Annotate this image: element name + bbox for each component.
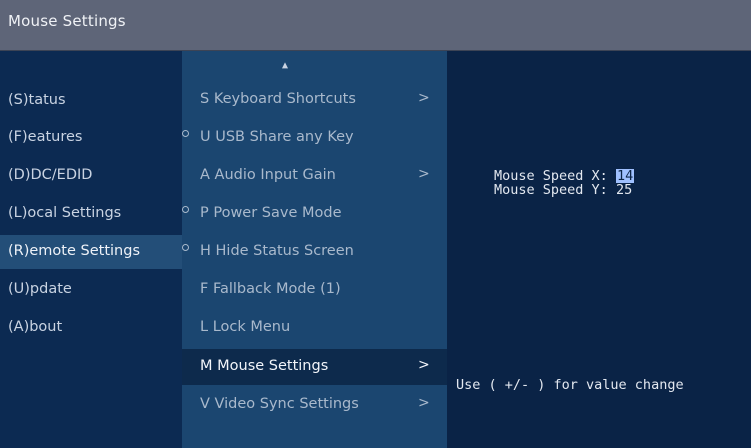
submenu-item-lock-menu[interactable]: L Lock Menu xyxy=(182,310,447,346)
submenu-item-fallback-mode[interactable]: F Fallback Mode (1) xyxy=(182,272,447,308)
submenu-item-video-sync-settings[interactable]: V Video Sync Settings > xyxy=(182,387,447,423)
submenu-item-label: M Mouse Settings xyxy=(200,358,329,374)
menu-item-label: (A)bout xyxy=(8,319,63,335)
menu-item-label: (D)DC/EDID xyxy=(8,167,93,183)
submenu-item-label: H Hide Status Screen xyxy=(200,243,354,259)
menu-item-update[interactable]: (U)pdate xyxy=(0,273,182,307)
submenu-item-mouse-settings[interactable]: M Mouse Settings > xyxy=(182,349,447,385)
menu-item-label: (R)emote Settings xyxy=(8,243,140,259)
mouse-speed-y-value[interactable]: 25 xyxy=(616,183,632,197)
submenu-item-label: V Video Sync Settings xyxy=(200,396,359,412)
menu-item-remote-settings[interactable]: (R)emote Settings xyxy=(0,235,182,269)
menu-item-label: (F)eatures xyxy=(8,129,83,145)
chevron-right-icon: > xyxy=(418,90,430,106)
radio-bullet-icon xyxy=(182,130,189,137)
submenu-item-label: P Power Save Mode xyxy=(200,205,342,221)
mouse-speed-x-row: Mouse Speed X: 14 xyxy=(494,169,635,183)
menu-item-status[interactable]: (S)tatus xyxy=(0,84,182,118)
title-bar: Mouse Settings xyxy=(0,0,751,51)
chevron-right-icon: > xyxy=(418,395,430,411)
submenu-item-label: S Keyboard Shortcuts xyxy=(200,91,356,107)
submenu-item-label: L Lock Menu xyxy=(200,319,291,335)
up-arrow-icon[interactable]: ▲ xyxy=(282,60,288,71)
submenu-item-power-save-mode[interactable]: P Power Save Mode xyxy=(182,196,447,232)
menu-item-features[interactable]: (F)eatures xyxy=(0,121,182,155)
submenu-item-hide-status-screen[interactable]: H Hide Status Screen xyxy=(182,234,447,270)
submenu-item-audio-input-gain[interactable]: A Audio Input Gain > xyxy=(182,158,447,194)
mouse-speed-x-value[interactable]: 14 xyxy=(615,169,635,183)
mouse-speed-y-label: Mouse Speed Y: xyxy=(494,182,608,198)
menu-item-label: (L)ocal Settings xyxy=(8,205,122,221)
submenu-item-label: F Fallback Mode (1) xyxy=(200,281,341,297)
submenu-item-label: A Audio Input Gain xyxy=(200,167,336,183)
menu-item-local-settings[interactable]: (L)ocal Settings xyxy=(0,197,182,231)
chevron-right-icon: > xyxy=(418,357,430,373)
menu-item-label: (S)tatus xyxy=(8,92,66,108)
submenu-item-usb-share-any-key[interactable]: U USB Share any Key xyxy=(182,120,447,156)
chevron-right-icon: > xyxy=(418,166,430,182)
menu-item-about[interactable]: (A)bout xyxy=(0,311,182,345)
radio-bullet-icon xyxy=(182,206,189,213)
value-change-hint: Use ( +/- ) for value change xyxy=(456,377,684,393)
radio-bullet-icon xyxy=(182,244,189,251)
window-title: Mouse Settings xyxy=(8,12,126,30)
menu-item-ddc-edid[interactable]: (D)DC/EDID xyxy=(0,159,182,193)
mouse-speed-y-row: Mouse Speed Y: 25 xyxy=(494,183,632,197)
submenu-item-label: U USB Share any Key xyxy=(200,129,354,145)
submenu-item-keyboard-shortcuts[interactable]: S Keyboard Shortcuts > xyxy=(182,82,447,118)
menu-item-label: (U)pdate xyxy=(8,281,72,297)
